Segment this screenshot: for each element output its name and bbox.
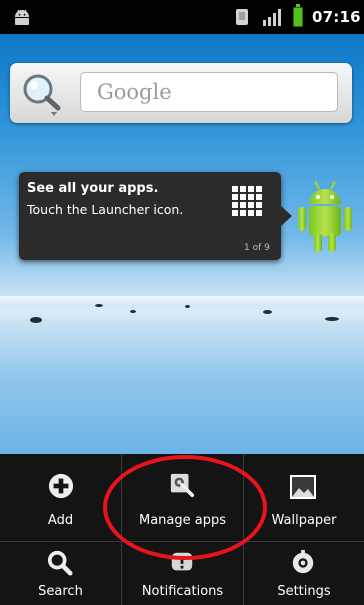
picture-icon	[290, 475, 316, 499]
horizon	[0, 296, 364, 306]
search-input[interactable]: Google	[80, 72, 338, 112]
menu-add-button[interactable]: Add	[0, 454, 121, 541]
launcher-grid-icon	[232, 186, 262, 216]
android-robot-icon	[298, 180, 352, 252]
rock	[30, 317, 42, 323]
signal-icon	[263, 9, 281, 26]
android-notification-icon	[15, 9, 29, 25]
menu-wallpaper-label: Wallpaper	[271, 513, 337, 528]
status-time: 07:16	[312, 8, 361, 26]
menu-add-label: Add	[47, 513, 74, 528]
launcher-tip[interactable]: See all your apps. Touch the Launcher ic…	[19, 172, 281, 260]
sim-card-icon	[236, 9, 248, 25]
menu-search-label: Search	[38, 584, 83, 599]
menu-wallpaper-button[interactable]: Wallpaper	[244, 454, 364, 541]
tip-text: Touch the Launcher icon.	[27, 202, 184, 217]
rock	[185, 305, 190, 308]
battery-charging-icon	[293, 4, 303, 27]
tip-title: See all your apps.	[27, 181, 159, 196]
rock	[325, 317, 339, 321]
options-menu: Add Manage apps Wallpaper Search Notific…	[0, 454, 364, 605]
menu-manage-apps-label: Manage apps	[138, 513, 226, 528]
tip-pointer	[281, 206, 292, 226]
menu-notifications-label: Notifications	[141, 584, 224, 599]
rock	[130, 310, 136, 313]
wrench-icon	[170, 473, 195, 498]
menu-manage-apps-button[interactable]: Manage apps	[122, 454, 243, 541]
rock	[263, 310, 272, 314]
rock	[95, 304, 103, 307]
notifications-icon	[171, 552, 193, 571]
tip-page-indicator: 1 of 9	[244, 243, 270, 253]
menu-settings-button[interactable]: Settings	[244, 542, 364, 605]
search-icon	[47, 550, 73, 576]
menu-notifications-button[interactable]: Notifications	[122, 542, 243, 605]
menu-search-button[interactable]: Search	[0, 542, 121, 605]
status-bar: 07:16	[0, 0, 364, 34]
settings-icon	[292, 549, 314, 574]
menu-settings-label: Settings	[277, 584, 331, 599]
plus-circle-icon	[48, 473, 74, 499]
magnifier-icon[interactable]	[18, 71, 68, 117]
google-search-widget[interactable]: Google	[10, 63, 352, 123]
